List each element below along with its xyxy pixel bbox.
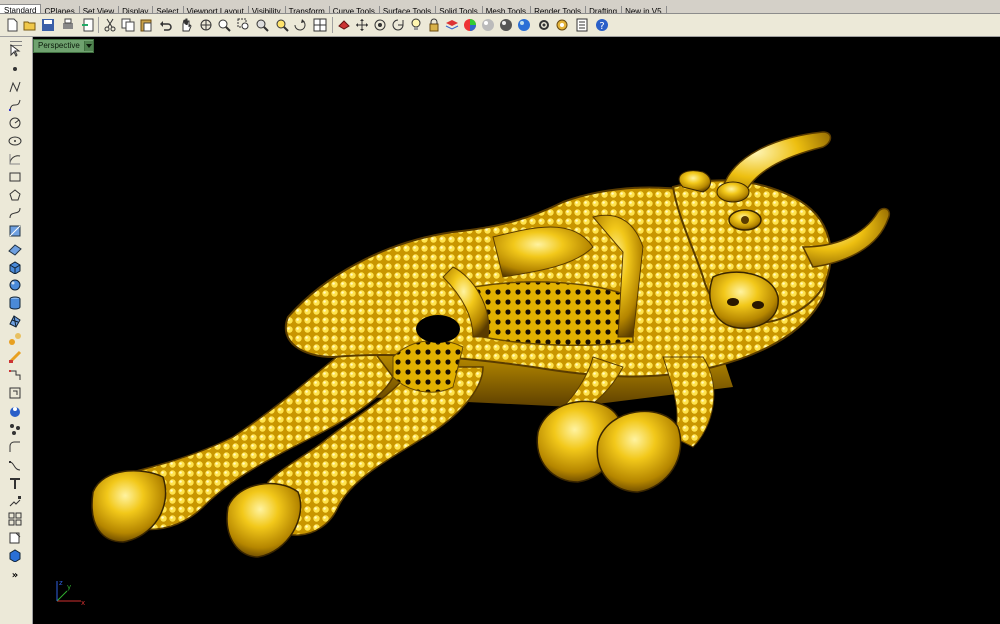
zoom-selected-icon[interactable] [274,17,290,33]
toolbar-tab-strip: Standard CPlanes Set View Display Select View… [0,0,1000,14]
tab-render-tools[interactable]: Render Tools [530,6,587,13]
rotate-icon[interactable] [390,17,406,33]
polyline-icon[interactable] [6,79,24,95]
main-left-toolbar: » [0,37,33,624]
open-folder-icon[interactable] [22,17,38,33]
tab-solid-tools[interactable]: Solid Tools [435,6,483,13]
text-object-icon[interactable] [6,529,24,545]
extend-icon[interactable] [6,457,24,473]
undo-view-icon[interactable] [292,17,308,33]
select-lasso-icon[interactable] [336,17,352,33]
tab-display[interactable]: Display [118,6,154,13]
paste-icon[interactable] [138,17,154,33]
world-axes-icon: x y z [56,579,85,607]
standard-toolbar: ? [0,14,1000,37]
point-icon[interactable] [6,61,24,77]
tab-surface-tools[interactable]: Surface Tools [379,6,437,13]
pan-hand-icon[interactable] [178,17,194,33]
render-sphere-icon[interactable] [480,17,496,33]
arc-icon[interactable] [6,151,24,167]
tab-select[interactable]: Select [152,6,184,13]
perspective-viewport[interactable]: Perspective x y z [33,37,1000,624]
copy-object-icon[interactable] [372,17,388,33]
analyze-icon[interactable] [6,349,24,365]
box-solid-icon[interactable] [6,259,24,275]
options-icon[interactable] [536,17,552,33]
tab-new-in-v5[interactable]: New in V5 [621,6,667,13]
import-icon[interactable] [80,17,96,33]
freeform-curve-icon[interactable] [6,205,24,221]
select-arrow-icon[interactable] [6,43,24,59]
render-solid-icon[interactable] [6,547,24,563]
axis-y-label: y [67,583,71,591]
tab-cplanes[interactable]: CPlanes [40,6,80,13]
settings-gear-icon[interactable] [554,17,570,33]
cut-icon[interactable] [102,17,118,33]
properties-icon[interactable] [574,17,590,33]
trim-icon[interactable] [6,475,24,491]
boolean-icon[interactable] [6,403,24,419]
dimension-icon[interactable] [6,385,24,401]
viewport-title-tab[interactable]: Perspective [33,39,94,53]
array-icon[interactable] [6,511,24,527]
zoom-icon[interactable] [216,17,232,33]
edit-points-icon[interactable] [6,367,24,383]
group-icon[interactable] [6,421,24,437]
bull-model-render[interactable] [33,37,1000,624]
environment-sphere-icon[interactable] [516,17,532,33]
tab-standard[interactable]: Standard [0,4,42,13]
curve-icon[interactable] [6,97,24,113]
axis-x-label: x [81,599,85,607]
zoom-extents-icon[interactable] [254,17,270,33]
transform-icon[interactable] [6,331,24,347]
rectangle-icon[interactable] [6,169,24,185]
tab-set-view[interactable]: Set View [79,6,120,13]
four-viewports-icon[interactable] [312,17,328,33]
tab-curve-tools[interactable]: Curve Tools [329,6,380,13]
join-icon[interactable] [6,493,24,509]
tab-visibility[interactable]: Visibility [248,6,286,13]
curve-tools-icon[interactable] [6,223,24,239]
mesh-icon[interactable] [6,313,24,329]
print-icon[interactable] [60,17,76,33]
circle-icon[interactable] [6,115,24,131]
surface-icon[interactable] [6,241,24,257]
viewport-menu-arrow-icon[interactable] [83,41,93,51]
copy-icon[interactable] [120,17,136,33]
rotate-view-icon[interactable] [198,17,214,33]
tab-drafting[interactable]: Drafting [585,6,623,13]
sphere-solid-icon[interactable] [6,277,24,293]
lock-icon[interactable] [426,17,442,33]
axis-z-label: z [59,579,63,587]
new-file-icon[interactable] [4,17,20,33]
viewport-title[interactable]: Perspective [34,41,84,51]
svg-text:?: ? [599,21,604,32]
bull-body [91,131,890,558]
polygon-icon[interactable] [6,187,24,203]
tab-mesh-tools[interactable]: Mesh Tools [482,6,532,13]
more-tools-chevron-icon[interactable]: » [6,567,24,583]
tab-transform[interactable]: Transform [285,6,330,13]
help-icon[interactable]: ? [594,17,610,33]
light-bulb-icon[interactable] [408,17,424,33]
save-icon[interactable] [40,17,56,33]
move-icon[interactable] [354,17,370,33]
zoom-window-icon[interactable] [236,17,252,33]
material-sphere-icon[interactable] [498,17,514,33]
color-wheel-icon[interactable] [462,17,478,33]
undo-icon[interactable] [158,17,174,33]
ellipse-icon[interactable] [6,133,24,149]
layer-icon[interactable] [444,17,460,33]
cylinder-solid-icon[interactable] [6,295,24,311]
tab-viewport-layout[interactable]: Viewport Layout [183,6,249,13]
fillet-icon[interactable] [6,439,24,455]
